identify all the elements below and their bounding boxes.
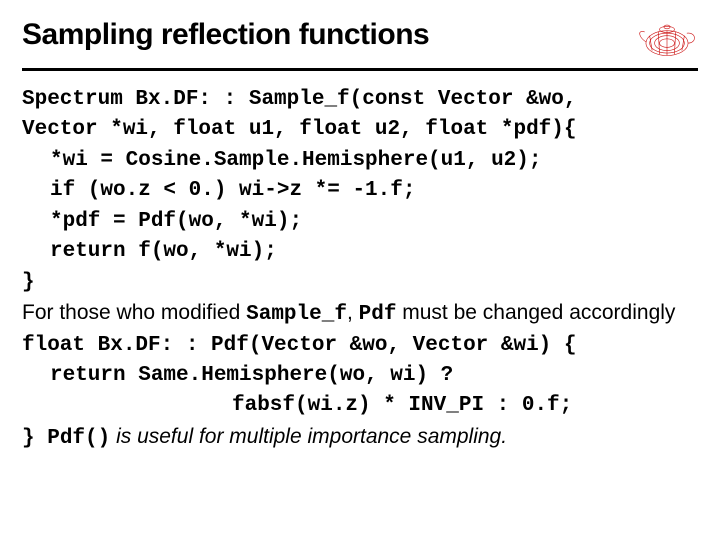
code-line: return f(wo, *wi); (22, 237, 698, 267)
inline-code: Pdf (359, 303, 397, 326)
code-line: if (wo.z < 0.) wi->z *= -1.f; (22, 176, 698, 206)
teapot-icon (636, 18, 698, 62)
code-line: *wi = Cosine.Sample.Hemisphere(u1, u2); (22, 146, 698, 176)
page-title: Sampling reflection functions (22, 18, 429, 51)
slide-body: Spectrum Bx.DF: : Sample_f(const Vector … (22, 85, 698, 454)
prose-text: must be changed accordingly (396, 301, 675, 324)
code-line: *pdf = Pdf(wo, *wi); (22, 207, 698, 237)
prose-line: For those who modified Sample_f, Pdf mus… (22, 298, 698, 330)
inline-code: Sample_f (246, 303, 347, 326)
code-line: fabsf(wi.z) * INV_PI : 0.f; (22, 391, 698, 421)
code-line: } (22, 427, 47, 450)
prose-text: , (347, 301, 359, 324)
prose-text: is useful for multiple importance sampli… (110, 425, 507, 448)
prose-text: For those who modified (22, 301, 246, 324)
code-line: return Same.Hemisphere(wo, wi) ? (22, 361, 698, 391)
code-line: } (22, 268, 698, 298)
code-line: Spectrum Bx.DF: : Sample_f(const Vector … (22, 85, 698, 115)
code-line: float Bx.DF: : Pdf(Vector &wo, Vector &w… (22, 331, 698, 361)
inline-code: Pdf() (47, 427, 110, 450)
code-line: Vector *wi, float u1, float u2, float *p… (22, 115, 698, 145)
mixed-line: } Pdf() is useful for multiple importanc… (22, 422, 698, 454)
